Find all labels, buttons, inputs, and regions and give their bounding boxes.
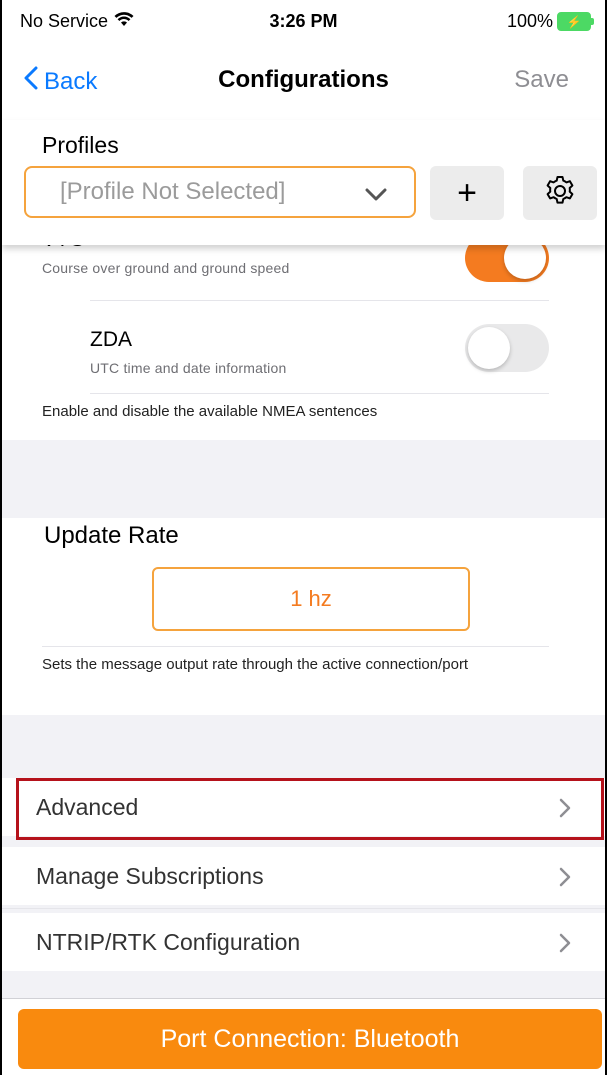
profile-settings-button[interactable] [523, 166, 597, 220]
app-frame: No Service 3:26 PM 100% ⚡ Back Configura… [0, 0, 607, 1075]
menu-item-manage-subscriptions[interactable]: Manage Subscriptions [2, 847, 605, 905]
divider [90, 393, 549, 394]
navigation-bar: Back Configurations Save [2, 40, 605, 120]
battery-percent: 100% [506, 11, 553, 31]
update-rate-button[interactable]: 1 hz [152, 567, 470, 631]
update-rate-title: Update Rate [44, 522, 179, 549]
profile-select[interactable]: [Profile Not Selected] [24, 166, 416, 218]
battery-charging-icon: ⚡ [557, 12, 594, 31]
profiles-title: Profiles [42, 132, 119, 158]
port-connection-button[interactable]: Port Connection: Bluetooth [18, 1009, 602, 1069]
gear-icon [544, 175, 576, 212]
sentences-note: Enable and disable the available NMEA se… [42, 403, 378, 420]
section-separator [2, 715, 605, 775]
chevron-down-icon [364, 182, 388, 210]
divider [2, 908, 605, 909]
menu-item-ntrip-rtk[interactable]: NTRIP/RTK Configuration [2, 913, 605, 971]
profiles-panel: Profiles [Profile Not Selected] + [2, 120, 605, 245]
menu-item-label: NTRIP/RTK Configuration [36, 928, 301, 955]
add-profile-button[interactable]: + [430, 166, 504, 220]
menu-item-label: Advanced [36, 793, 139, 820]
chevron-right-icon [559, 933, 571, 958]
update-rate-note: Sets the message output rate through the… [42, 656, 469, 673]
zda-toggle[interactable] [465, 324, 549, 372]
profile-select-value: [Profile Not Selected] [60, 178, 286, 205]
section-separator [2, 440, 605, 518]
status-bar: No Service 3:26 PM 100% ⚡ [2, 0, 605, 40]
save-button[interactable]: Save [514, 66, 569, 94]
toggle-knob [468, 327, 510, 369]
divider [90, 300, 549, 301]
chevron-right-icon [559, 867, 571, 892]
menu-item-label: Manage Subscriptions [36, 862, 264, 889]
chevron-right-icon [559, 798, 571, 823]
menu-item-advanced[interactable]: Advanced [2, 778, 605, 836]
divider [42, 646, 549, 647]
status-right: 100% ⚡ [506, 11, 594, 32]
plus-icon: + [457, 173, 477, 212]
